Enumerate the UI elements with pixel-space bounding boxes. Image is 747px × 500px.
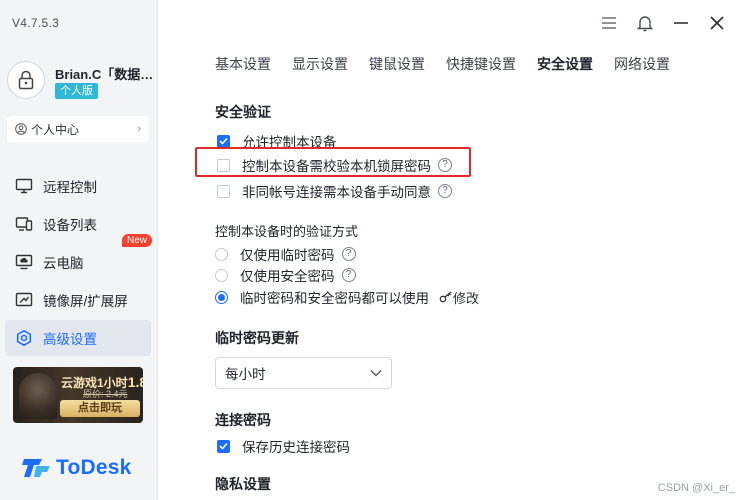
sidebar-item-cloud-pc[interactable]: 云电脑 New [5, 234, 152, 280]
security-password-only-radio[interactable] [215, 268, 228, 282]
tab-security[interactable]: 安全设置 [537, 54, 593, 74]
manual-consent-checkbox[interactable] [217, 184, 230, 198]
key-icon [439, 291, 452, 303]
temp-password-only-radio[interactable] [215, 247, 228, 261]
cloud-game-promo-banner[interactable]: 云游戏1小时1.8元 原价: 2.4元 点击即玩 [13, 367, 143, 423]
user-circle-icon [15, 123, 27, 135]
save-history-password-option[interactable]: 保存历史连接密码 [217, 436, 350, 456]
save-history-password-label: 保存历史连接密码 [242, 440, 350, 455]
edit-password-link[interactable]: 修改 [439, 288, 479, 307]
sidebar-item-label: 云电脑 [43, 256, 84, 271]
tab-keyboard-mouse[interactable]: 键鼠设置 [369, 54, 425, 74]
chevron-down-icon [370, 370, 382, 377]
todesk-window: V4.7.5.3 Brian.C「数据… 个人版 个人中心 › 远程控制 设备列… [0, 0, 747, 500]
tab-shortcuts[interactable]: 快捷键设置 [446, 54, 516, 74]
temp-password-update-title: 临时密码更新 [215, 330, 299, 346]
window-controls [591, 10, 735, 36]
security-password-only-option[interactable]: 仅使用安全密码 ? [215, 265, 356, 285]
verify-method-title: 控制本设备时的验证方式 [215, 224, 359, 239]
help-icon[interactable]: ? [438, 184, 452, 198]
sidebar-item-label: 远程控制 [43, 180, 97, 195]
bell-icon [637, 16, 653, 32]
manual-consent-option[interactable]: 非同帐号连接需本设备手动同意 ? [217, 181, 452, 201]
user-name[interactable]: Brian.C「数据… [55, 64, 155, 83]
lock-icon [18, 70, 34, 90]
personal-center-button[interactable]: 个人中心 › [7, 116, 149, 142]
todesk-logo: ToDesk [22, 456, 132, 480]
privacy-settings-title: 隐私设置 [215, 476, 271, 492]
help-icon[interactable]: ? [341, 268, 356, 282]
check-icon [219, 442, 228, 450]
connection-password-title: 连接密码 [215, 412, 271, 428]
minimize-icon [674, 22, 688, 24]
watermark: CSDN @Xi_er_ [657, 482, 735, 494]
promo-original-price: 原价: 2.4元 [83, 389, 128, 399]
sidebar-item-label: 高级设置 [43, 332, 97, 347]
monitor-remote-icon [14, 176, 34, 196]
plan-badge: 个人版 [55, 83, 98, 99]
minimize-button[interactable] [663, 10, 699, 36]
sidebar-item-label: 设备列表 [43, 218, 97, 233]
sidebar-item-mirror-screen[interactable]: 镜像屏/扩展屏 [5, 282, 151, 318]
promo-play-button[interactable]: 点击即玩 [60, 400, 140, 417]
temp-password-frequency-select[interactable]: 每小时 [215, 357, 392, 389]
tab-display[interactable]: 显示设置 [292, 54, 348, 74]
avatar[interactable] [7, 61, 45, 99]
both-passwords-radio[interactable] [215, 290, 228, 304]
edit-label: 修改 [453, 290, 480, 306]
allow-control-checkbox[interactable] [217, 134, 230, 148]
both-passwords-label: 临时密码和安全密码都可以使用 [240, 291, 429, 306]
sidebar-item-advanced-settings[interactable]: 高级设置 [5, 320, 151, 356]
chevron-right-icon: › [137, 123, 141, 135]
logo-text: ToDesk [56, 456, 132, 479]
sidebar-item-remote-control[interactable]: 远程控制 [5, 168, 151, 204]
device-list-icon [14, 214, 34, 234]
check-icon [219, 137, 228, 145]
menu-icon [602, 17, 616, 29]
menu-button[interactable] [591, 10, 627, 36]
settings-tabs: 基本设置 显示设置 键鼠设置 快捷键设置 安全设置 网络设置 [215, 54, 691, 74]
sidebar-item-label: 镜像屏/扩展屏 [43, 294, 128, 309]
cloud-pc-icon [14, 252, 34, 272]
notification-button[interactable] [627, 10, 663, 36]
sidebar: V4.7.5.3 Brian.C「数据… 个人版 个人中心 › 远程控制 设备列… [0, 0, 158, 500]
todesk-logo-icon [22, 459, 50, 477]
sidebar-nav: 远程控制 设备列表 云电脑 New 镜像屏/扩展屏 高级设置 [5, 168, 152, 358]
close-icon [710, 16, 724, 30]
personal-center-label: 个人中心 [31, 122, 80, 137]
promo-price: 1.8元 [127, 374, 143, 390]
app-version: V4.7.5.3 [12, 16, 60, 30]
temp-password-only-label: 仅使用临时密码 [240, 248, 335, 263]
highlight-annotation-box [195, 147, 471, 177]
new-badge: New [121, 234, 152, 247]
temp-password-only-option[interactable]: 仅使用临时密码 ? [215, 244, 356, 264]
help-icon[interactable]: ? [341, 247, 356, 261]
game-character-image [19, 373, 57, 419]
both-passwords-option[interactable]: 临时密码和安全密码都可以使用 修改 [215, 287, 479, 307]
manual-consent-label: 非同帐号连接需本设备手动同意 [242, 185, 431, 200]
security-verification-title: 安全验证 [215, 104, 271, 120]
close-button[interactable] [699, 10, 735, 36]
save-history-password-checkbox[interactable] [217, 439, 230, 453]
select-value: 每小时 [225, 367, 266, 382]
security-password-only-label: 仅使用安全密码 [240, 269, 335, 284]
mirror-screen-icon [14, 290, 34, 310]
settings-icon [14, 328, 34, 348]
tab-basic[interactable]: 基本设置 [215, 54, 271, 74]
tab-network[interactable]: 网络设置 [614, 54, 670, 74]
